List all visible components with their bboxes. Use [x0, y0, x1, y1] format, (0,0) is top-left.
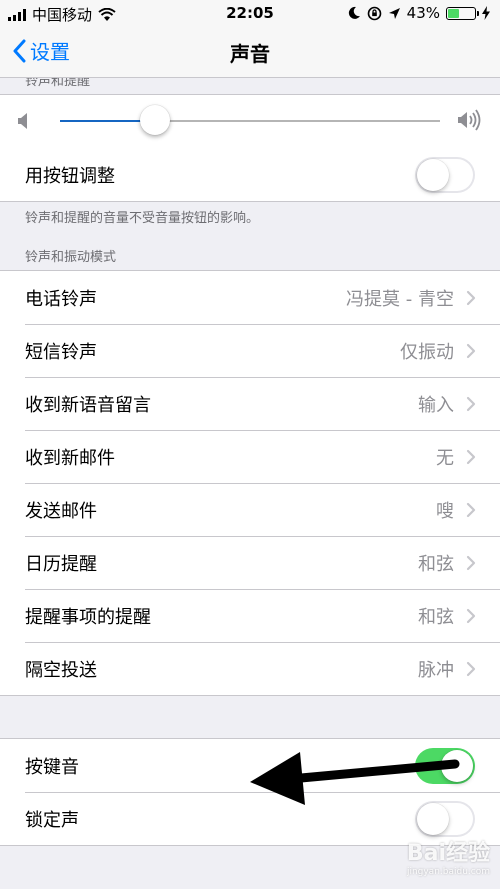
- battery-icon: [446, 6, 479, 20]
- chevron-right-icon: [466, 343, 476, 359]
- pattern-row[interactable]: 收到新语音留言 输入: [0, 377, 500, 430]
- pattern-row[interactable]: 提醒事项的提醒 和弦: [0, 589, 500, 642]
- ringer-header-label: 铃声和提醒: [25, 78, 91, 89]
- pattern-label: 日历提醒: [25, 554, 97, 575]
- pattern-value: 无: [436, 448, 454, 469]
- slider-thumb[interactable]: [140, 105, 170, 135]
- pattern-value: 嗖: [436, 501, 454, 522]
- system-sounds-group: 按键音 锁定声: [0, 738, 500, 846]
- orientation-lock-icon: [367, 6, 381, 20]
- pattern-label: 隔空投送: [25, 660, 97, 681]
- pattern-value: 和弦: [418, 607, 454, 628]
- keyboard-clicks-label: 按键音: [25, 757, 79, 778]
- chevron-right-icon: [466, 608, 476, 624]
- pattern-row[interactable]: 短信铃声 仅振动: [0, 324, 500, 377]
- slider-track[interactable]: [60, 120, 440, 122]
- charging-icon: [482, 6, 490, 20]
- pattern-label: 发送邮件: [25, 501, 97, 522]
- lock-sound-switch[interactable]: [415, 801, 475, 837]
- chevron-right-icon: [466, 661, 476, 677]
- chevron-right-icon: [466, 555, 476, 571]
- pattern-row[interactable]: 发送邮件 嗖: [0, 483, 500, 536]
- pattern-label: 短信铃声: [25, 342, 97, 363]
- pattern-value: 脉冲: [418, 660, 454, 681]
- pattern-value: 冯提莫 - 青空: [346, 289, 454, 310]
- pattern-label: 收到新语音留言: [25, 395, 151, 416]
- keyboard-clicks-row: 按键音: [0, 739, 500, 792]
- pattern-row[interactable]: 收到新邮件 无: [0, 430, 500, 483]
- watermark-brand: Bai经验: [406, 841, 490, 866]
- pattern-label: 提醒事项的提醒: [25, 607, 151, 628]
- ringer-volume-slider[interactable]: [0, 95, 500, 148]
- ringer-section-header: 铃声和提醒: [0, 78, 500, 94]
- change-with-buttons-row: 用按钮调整: [0, 148, 500, 201]
- switch-thumb: [417, 159, 449, 191]
- change-with-buttons-label: 用按钮调整: [25, 166, 115, 187]
- battery-percent: 43%: [406, 4, 440, 22]
- lock-sound-label: 锁定声: [25, 810, 79, 831]
- patterns-section-header: 铃声和振动模式: [25, 250, 117, 265]
- pattern-value: 和弦: [418, 554, 454, 575]
- change-with-buttons-switch[interactable]: [415, 157, 475, 193]
- switch-thumb: [441, 750, 473, 782]
- pattern-label: 收到新邮件: [25, 448, 115, 469]
- volume-low-icon: [18, 113, 27, 129]
- navigation-bar: 设置 声音: [0, 28, 500, 78]
- chevron-right-icon: [466, 502, 476, 518]
- pattern-row[interactable]: 隔空投送 脉冲: [0, 642, 500, 695]
- watermark-logo: Bai经验 jingyan.baidu.com: [407, 835, 490, 877]
- status-bar: 中国移动 22:05 43%: [0, 0, 500, 28]
- keyboard-clicks-switch[interactable]: [415, 748, 475, 784]
- pattern-value: 仅振动: [400, 342, 454, 363]
- page-title: 声音: [230, 42, 270, 66]
- pattern-row[interactable]: 电话铃声 冯提莫 - 青空: [0, 271, 500, 324]
- pattern-label: 电话铃声: [25, 289, 97, 310]
- ringer-group: 用按钮调整: [0, 94, 500, 202]
- chevron-right-icon: [466, 290, 476, 306]
- chevron-right-icon: [466, 449, 476, 465]
- chevron-right-icon: [466, 396, 476, 412]
- location-icon: [388, 7, 400, 19]
- moon-icon: [348, 6, 360, 19]
- patterns-group: 电话铃声 冯提莫 - 青空 短信铃声 仅振动 收到新语音留言 输入 收到新邮件无发送邮件嗖日…: [0, 270, 500, 696]
- watermark-url: jingyan.baidu.com: [406, 867, 490, 877]
- ringer-footer: 铃声和提醒的音量不受音量按钮的影响。: [25, 211, 260, 226]
- pattern-row[interactable]: 日历提醒 和弦: [0, 536, 500, 589]
- volume-high-icon: [458, 109, 481, 131]
- switch-thumb: [417, 803, 449, 835]
- pattern-value: 输入: [418, 395, 454, 416]
